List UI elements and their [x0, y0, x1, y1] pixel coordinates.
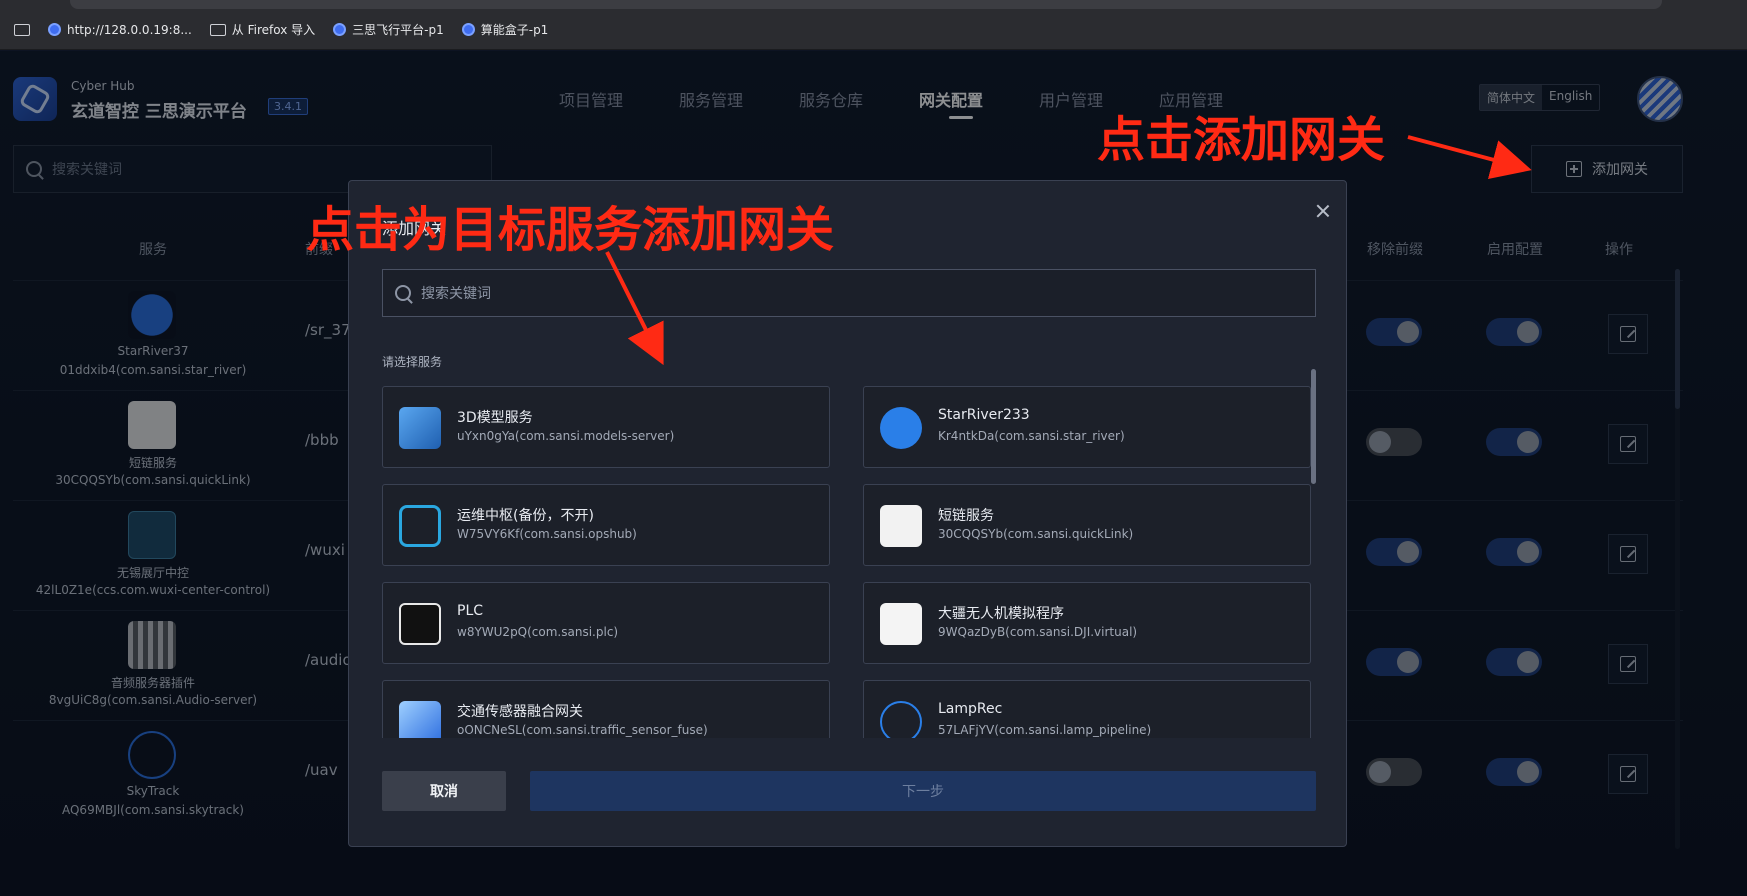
- card-subtitle: w8YWU2pQ(com.sansi.plc): [457, 625, 619, 639]
- browser-top-bar: [0, 0, 1747, 10]
- card-title: 3D模型服务: [457, 410, 533, 426]
- globe-icon: [461, 23, 475, 36]
- card-title: LampRec: [938, 701, 1003, 717]
- service-card[interactable]: PLC w8YWU2pQ(com.sansi.plc): [382, 582, 830, 664]
- add-gateway-dialog: 添加网关 搜索关键词 请选择服务 3D模型服务 uYxn0gYa(com.san…: [348, 180, 1347, 847]
- card-title: 大疆无人机模拟程序: [938, 606, 1064, 622]
- service-card[interactable]: 大疆无人机模拟程序 9WQazDyB(com.sansi.DJI.virtual…: [863, 582, 1311, 664]
- plc-icon: [399, 603, 441, 645]
- service-card-list: 3D模型服务 uYxn0gYa(com.sansi.models-server)…: [382, 386, 1316, 738]
- bookmark-item[interactable]: http://128.0.0.19:8...: [48, 23, 192, 37]
- annotation-add-gateway: 点击添加网关: [1097, 112, 1386, 168]
- bookmark-folder[interactable]: [14, 23, 30, 36]
- dialog-search-input[interactable]: 搜索关键词: [382, 269, 1316, 317]
- card-subtitle: W75VY6Kf(com.sansi.opshub): [457, 527, 637, 541]
- dialog-scrollbar[interactable]: [1311, 369, 1316, 484]
- close-icon[interactable]: [1316, 204, 1330, 218]
- card-title: 交通传感器融合网关: [457, 704, 583, 720]
- traffic-icon: [399, 701, 441, 738]
- card-subtitle: 30CQQSYb(com.sansi.quickLink): [938, 527, 1134, 541]
- globe-icon: [48, 23, 61, 36]
- cube-icon: [399, 407, 441, 449]
- folder-icon: [14, 23, 30, 36]
- network-icon: [880, 701, 922, 738]
- service-card[interactable]: 3D模型服务 uYxn0gYa(com.sansi.models-server): [382, 386, 830, 468]
- card-title: PLC: [457, 603, 484, 619]
- service-card[interactable]: 交通传感器融合网关 oONCNeSL(com.sansi.traffic_sen…: [382, 680, 830, 738]
- bookmark-item[interactable]: 从 Firefox 导入: [209, 21, 315, 38]
- card-subtitle: 9WQazDyB(com.sansi.DJI.virtual): [938, 625, 1138, 639]
- card-subtitle: oONCNeSL(com.sansi.traffic_sensor_fuse): [457, 723, 708, 737]
- annotation-add-for-service: 点击为目标服务添加网关: [306, 202, 835, 258]
- url-bar[interactable]: [70, 0, 1662, 9]
- bookmark-item[interactable]: 算能盒子-p1: [461, 21, 548, 38]
- card-subtitle: uYxn0gYa(com.sansi.models-server): [457, 429, 675, 443]
- card-subtitle: 57LAFjYV(com.sansi.lamp_pipeline): [938, 723, 1152, 737]
- service-card[interactable]: 短链服务 30CQQSYb(com.sansi.quickLink): [863, 484, 1311, 566]
- card-subtitle: Kr4ntkDa(com.sansi.star_river): [938, 429, 1125, 443]
- card-title: StarRiver233: [938, 407, 1030, 423]
- choose-service-label: 请选择服务: [382, 355, 443, 369]
- service-card[interactable]: 运维中枢(备份，不开) W75VY6Kf(com.sansi.opshub): [382, 484, 830, 566]
- bookmark-item[interactable]: 三思飞行平台-p1: [333, 21, 444, 38]
- quicklink-icon: [880, 505, 922, 547]
- card-title: 短链服务: [938, 508, 994, 524]
- service-card[interactable]: LampRec 57LAFjYV(com.sansi.lamp_pipeline…: [863, 680, 1311, 738]
- globe-icon: [333, 23, 347, 36]
- bookmarks-bar: http://128.0.0.19:8... 从 Firefox 导入 三思飞行…: [0, 10, 1747, 50]
- next-step-button[interactable]: 下一步: [530, 771, 1316, 811]
- service-card[interactable]: StarRiver233 Kr4ntkDa(com.sansi.star_riv…: [863, 386, 1311, 468]
- search-icon: [395, 285, 411, 301]
- dji-icon: [880, 603, 922, 645]
- card-title: 运维中枢(备份，不开): [457, 508, 594, 524]
- star-river-icon: [880, 407, 922, 449]
- ops-hub-icon: [399, 505, 441, 547]
- cancel-button[interactable]: 取消: [382, 771, 506, 811]
- folder-icon: [209, 23, 226, 36]
